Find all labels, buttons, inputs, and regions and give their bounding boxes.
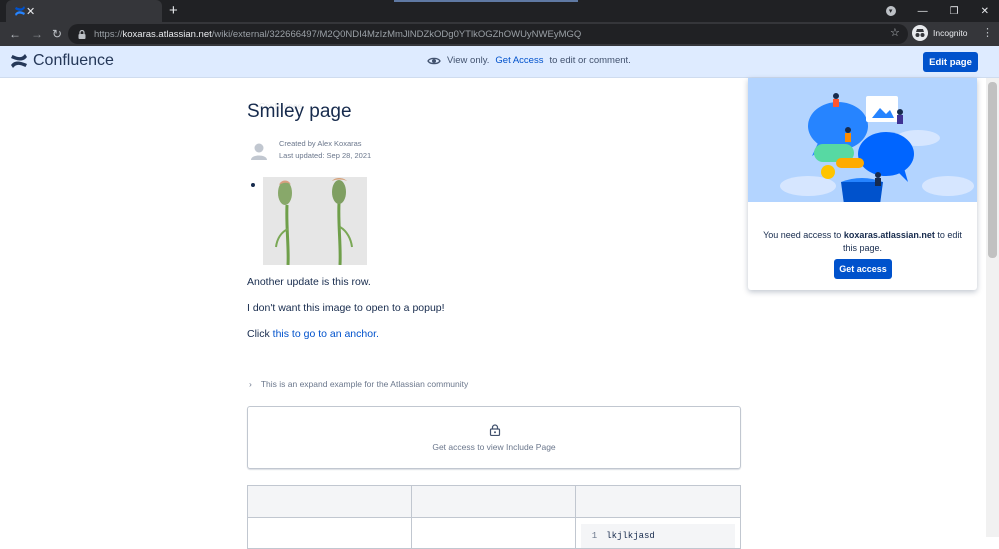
- flower-image[interactable]: [263, 177, 367, 265]
- star-icon[interactable]: ☆: [890, 26, 900, 39]
- table-header-row: [247, 485, 741, 518]
- confluence-logo-icon: [11, 54, 27, 68]
- confluence-favicon-icon: [15, 6, 25, 16]
- paragraph-anchor: Click this to go to an anchor.: [247, 328, 379, 340]
- access-site: koxaras.atlassian.net: [843, 230, 935, 240]
- confluence-logo[interactable]: Confluence: [10, 52, 114, 70]
- new-tab-button[interactable]: +: [169, 1, 178, 21]
- expand-label: This is an expand example for the Atlass…: [260, 379, 469, 389]
- incognito-label: Incognito: [933, 28, 968, 38]
- confluence-logo-text: Confluence: [33, 52, 114, 69]
- page-byline: Created by Alex Koxaras Last updated: Se…: [249, 138, 371, 162]
- table-header-cell: [575, 485, 741, 518]
- paragraph-popup: I don't want this image to open to a pop…: [247, 302, 445, 314]
- minimize-icon[interactable]: —: [918, 6, 928, 17]
- back-arrow-icon[interactable]: ←: [9, 22, 21, 46]
- access-request-card: You need access to koxaras.atlassian.net…: [748, 78, 977, 290]
- table-row: 1 lkjlkjasd: [247, 517, 741, 549]
- table-header-cell: [410, 485, 577, 518]
- view-only-text: View only.: [447, 55, 490, 66]
- incognito-profile[interactable]: Incognito: [912, 25, 968, 41]
- incognito-icon: [912, 25, 928, 41]
- window-controls: ▾ — ❐ ✕: [885, 0, 989, 22]
- content-table: 1 lkjlkjasd: [247, 485, 741, 549]
- table-cell: [410, 517, 577, 549]
- get-access-link[interactable]: Get Access: [495, 55, 543, 66]
- view-only-suffix: to edit or comment.: [549, 55, 631, 66]
- code-text: lkjlkjasd: [606, 531, 655, 541]
- download-icon[interactable]: ▾: [885, 6, 896, 16]
- expand-macro[interactable]: › This is an expand example for the Atla…: [249, 379, 468, 389]
- url-text: https://koxaras.atlassian.net/wiki/exter…: [94, 28, 582, 40]
- tab-close-icon[interactable]: ✕: [26, 5, 35, 18]
- lock-icon: [489, 424, 501, 436]
- last-updated: Last updated: Sep 28, 2021: [279, 151, 372, 160]
- click-prefix: Click: [247, 328, 270, 340]
- page-title: Smiley page: [247, 101, 352, 122]
- get-access-button[interactable]: Get access: [834, 259, 892, 279]
- scrollbar-thumb[interactable]: [988, 82, 997, 258]
- table-header-cell: [247, 485, 412, 518]
- eye-icon: [427, 57, 441, 64]
- paragraph-update: Another update is this row.: [247, 276, 371, 288]
- access-message: You need access to koxaras.atlassian.net…: [758, 229, 967, 254]
- edit-page-button[interactable]: Edit page: [923, 52, 978, 72]
- view-only-banner: View only. Get Access to edit or comment…: [427, 55, 631, 66]
- reload-icon[interactable]: ↻: [52, 22, 62, 46]
- lock-icon: [78, 29, 86, 39]
- tab-strip-accent: [394, 0, 578, 2]
- restore-icon[interactable]: ❐: [950, 6, 959, 17]
- table-cell: 1 lkjlkjasd: [575, 517, 741, 549]
- close-icon[interactable]: ✕: [981, 6, 989, 17]
- page-scrollbar[interactable]: [986, 78, 999, 537]
- table-cell: [247, 517, 412, 549]
- confluence-header: Confluence View only. Get Access to edit…: [0, 46, 999, 78]
- browser-toolbar: ← → ↻ https://koxaras.atlassian.net/wiki…: [0, 22, 999, 46]
- kebab-menu-icon[interactable]: ⋮: [982, 26, 993, 39]
- access-message-prefix: You need access to: [763, 230, 842, 240]
- include-page-placeholder: Get access to view Include Page: [247, 406, 741, 469]
- browser-tab[interactable]: Confluence ✕: [6, 0, 302, 111]
- anchor-link[interactable]: this to go to an anchor.: [273, 328, 379, 340]
- forward-arrow-icon[interactable]: →: [31, 22, 43, 46]
- created-by: Created by Alex Koxaras: [279, 139, 362, 148]
- chevron-right-icon: ›: [249, 379, 252, 389]
- list-bullet: [251, 183, 255, 187]
- address-bar[interactable]: https://koxaras.atlassian.net/wiki/exter…: [68, 24, 908, 44]
- collaboration-illustration: [748, 78, 977, 202]
- browser-tab-bar: Confluence ✕ + ▾ — ❐ ✕: [0, 0, 999, 111]
- avatar: [251, 143, 267, 160]
- code-line-number: 1: [591, 531, 598, 541]
- include-page-text: Get access to view Include Page: [432, 442, 556, 452]
- code-block: 1 lkjlkjasd: [581, 524, 735, 548]
